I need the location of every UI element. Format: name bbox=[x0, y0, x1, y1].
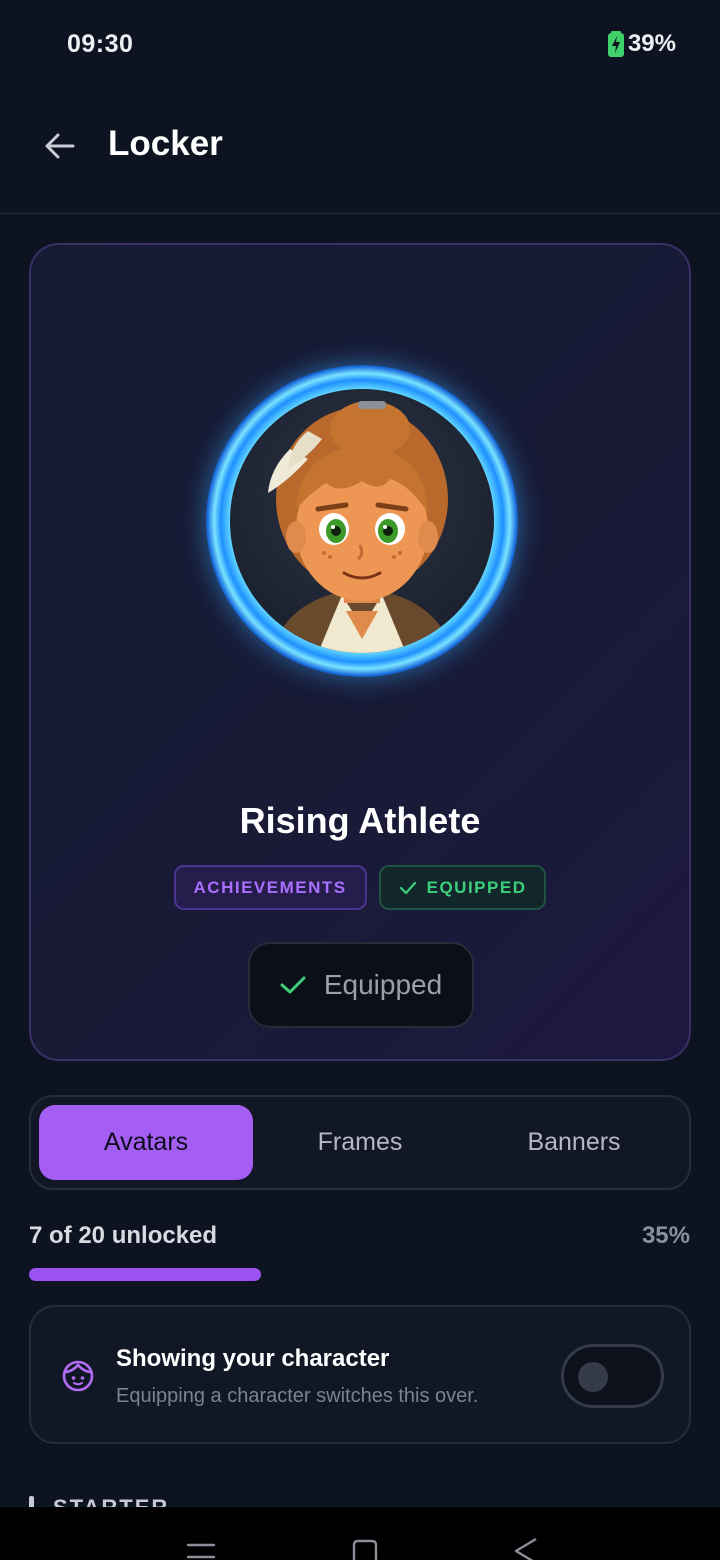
battery-charging-icon bbox=[607, 31, 624, 57]
arrow-left-icon bbox=[45, 133, 75, 159]
unlock-percent: 35% bbox=[641, 1222, 690, 1249]
menu-icon[interactable] bbox=[186, 1537, 216, 1560]
toggle-title: Showing your character bbox=[116, 1345, 390, 1372]
battery-percent: 39% bbox=[627, 30, 676, 57]
hero-card: Rising Athlete ACHIEVEMENTS EQUIPPED Equ… bbox=[29, 243, 691, 1061]
avatar-image bbox=[230, 389, 494, 653]
unlock-count: 7 of 20 unlocked bbox=[29, 1222, 218, 1249]
progress-bar bbox=[29, 1268, 691, 1281]
equipped-button-label: Equipped bbox=[323, 969, 443, 1000]
toggle-knob bbox=[578, 1362, 608, 1392]
equipped-badge: EQUIPPED bbox=[378, 865, 547, 910]
toggle-subtitle: Equipping a character switches this over… bbox=[116, 1385, 479, 1407]
avatar-preview bbox=[206, 365, 518, 677]
tab-frames[interactable]: Frames bbox=[253, 1105, 467, 1180]
app-bar: Locker bbox=[0, 90, 720, 214]
tab-banners[interactable]: Banners bbox=[467, 1105, 681, 1180]
equipped-badge-label: EQUIPPED bbox=[426, 877, 527, 897]
check-icon bbox=[399, 881, 416, 894]
progress-fill bbox=[29, 1268, 261, 1281]
status-time: 09:30 bbox=[67, 30, 134, 58]
character-toggle-card: Showing your character Equipping a chara… bbox=[29, 1305, 691, 1444]
category-badge: ACHIEVEMENTS bbox=[173, 865, 367, 910]
category-badge-label: ACHIEVEMENTS bbox=[193, 877, 347, 897]
check-icon bbox=[280, 976, 306, 994]
equipped-button[interactable]: Equipped bbox=[248, 942, 474, 1028]
home-square-icon[interactable] bbox=[350, 1537, 380, 1560]
page-title: Locker bbox=[108, 124, 223, 163]
character-portrait bbox=[268, 401, 454, 653]
back-triangle-icon[interactable] bbox=[512, 1537, 542, 1560]
screen: 09:30 39% Locker Rising Athlete ACHIEVEM… bbox=[0, 0, 720, 1560]
battery-indicator: 39% bbox=[607, 30, 676, 58]
system-nav-bar bbox=[0, 1507, 720, 1560]
category-tabs: Avatars Frames Banners bbox=[29, 1095, 691, 1190]
item-name: Rising Athlete bbox=[239, 800, 481, 841]
tab-avatars[interactable]: Avatars bbox=[39, 1105, 253, 1180]
show-character-toggle[interactable] bbox=[561, 1344, 664, 1408]
back-button[interactable] bbox=[36, 122, 84, 170]
section-header: STARTER bbox=[53, 1493, 169, 1507]
face-icon bbox=[62, 1360, 94, 1392]
status-bar: 09:30 39% bbox=[0, 0, 720, 90]
badge-row: ACHIEVEMENTS EQUIPPED bbox=[31, 865, 689, 910]
